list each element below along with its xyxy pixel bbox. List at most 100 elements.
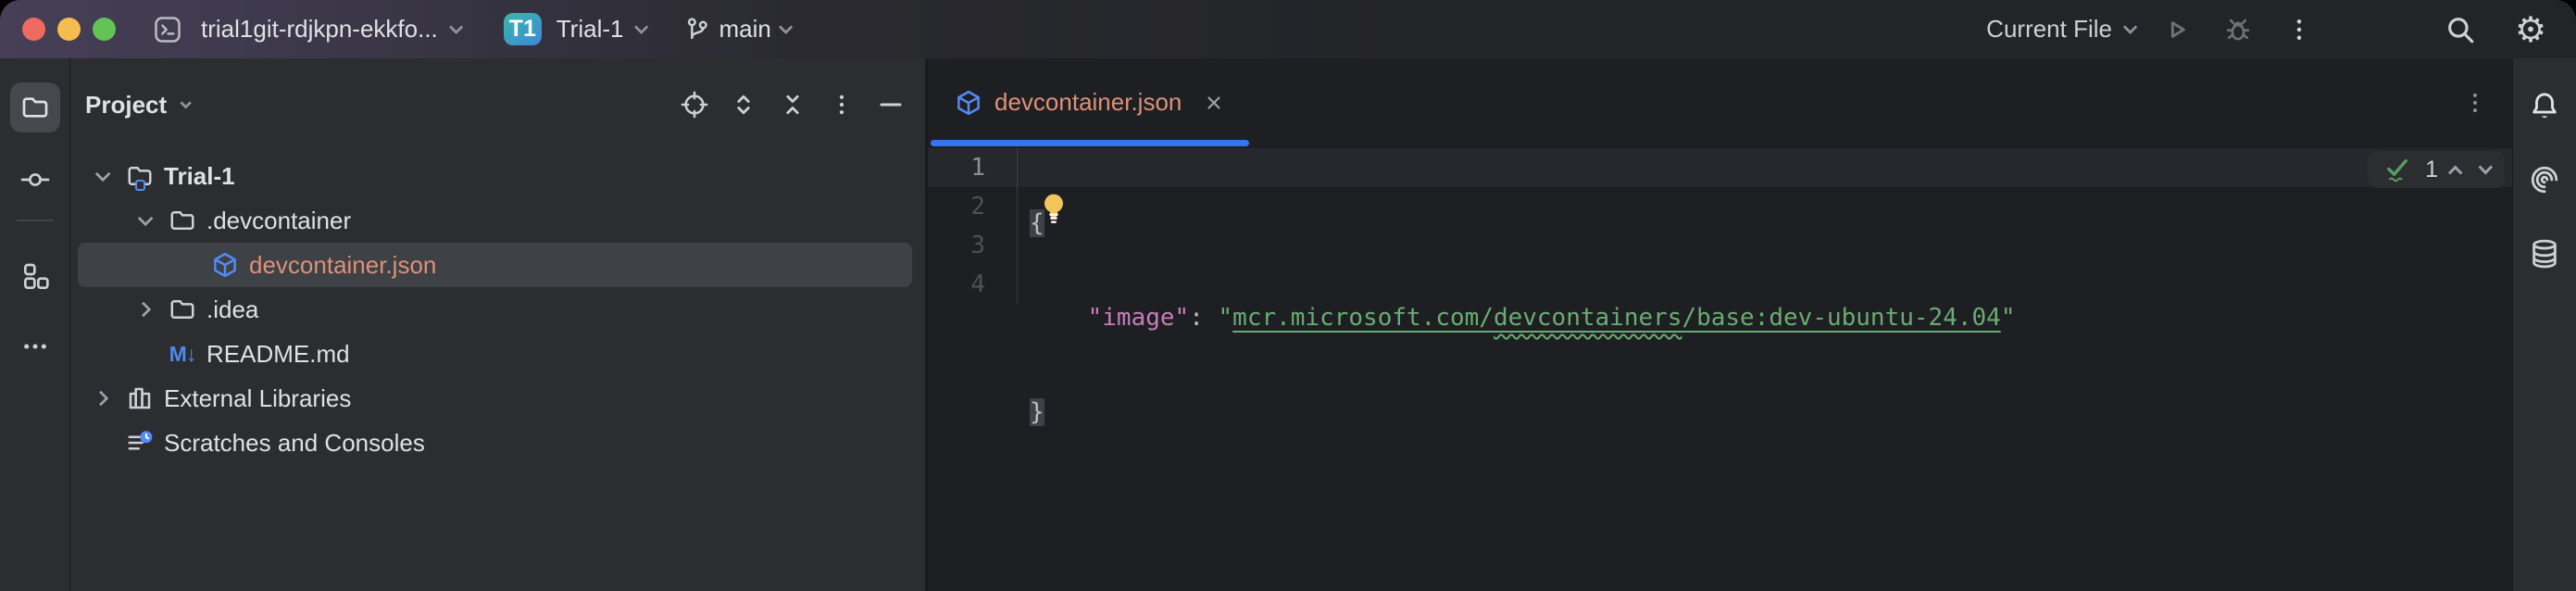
tree-row-external-libraries[interactable]: External Libraries bbox=[70, 376, 925, 421]
project-folder-icon bbox=[126, 162, 154, 190]
intention-lightbulb-icon[interactable] bbox=[1039, 191, 1069, 226]
chevron-down-icon[interactable] bbox=[138, 210, 154, 226]
editor-surface[interactable]: 1 2 3 4 { "image": "mcr.microsoft.com/de… bbox=[928, 146, 2512, 591]
branch-name: main bbox=[719, 15, 770, 44]
tree-row-readme[interactable]: M↓ README.md bbox=[70, 332, 925, 376]
folder-icon bbox=[20, 93, 50, 122]
settings-button[interactable]: ⚙ bbox=[2509, 8, 2552, 51]
project-panel: Project bbox=[70, 58, 928, 591]
commit-icon bbox=[20, 165, 50, 195]
workspace-selector[interactable]: Trial-1 bbox=[556, 15, 645, 44]
chevron-down-icon bbox=[2123, 20, 2138, 35]
zoom-window-button[interactable] bbox=[93, 18, 116, 41]
editor-pane: devcontainer.json 1 2 3 bbox=[928, 58, 2512, 591]
workspace-badge[interactable]: T1 bbox=[504, 13, 542, 45]
chevron-down-icon bbox=[779, 20, 794, 35]
titlebar: trial1git-rdjkpn-ekkfo... T1 Trial-1 mai… bbox=[0, 0, 2576, 58]
notifications-button[interactable] bbox=[2520, 81, 2570, 131]
tree-item-label: External Libraries bbox=[164, 384, 351, 413]
inspections-widget[interactable]: 1 bbox=[2368, 151, 2505, 188]
run-configuration-selector[interactable]: Current File bbox=[1986, 15, 2133, 44]
active-tab-indicator bbox=[931, 140, 1249, 146]
gear-icon: ⚙ bbox=[2515, 12, 2546, 47]
line-number: 4 bbox=[928, 265, 985, 304]
chevron-down-icon bbox=[634, 20, 649, 35]
hide-panel-button[interactable] bbox=[875, 89, 907, 120]
bug-icon bbox=[2223, 15, 2253, 44]
kebab-menu-icon bbox=[829, 92, 855, 118]
run-configuration-label: Current File bbox=[1986, 15, 2112, 44]
minimize-window-button[interactable] bbox=[57, 18, 81, 41]
commit-toolwindow-button[interactable] bbox=[10, 155, 60, 205]
scratches-icon bbox=[126, 429, 154, 457]
search-icon bbox=[2445, 14, 2476, 45]
left-toolwindow-stripe bbox=[0, 58, 70, 591]
ai-swirl-icon bbox=[2529, 164, 2560, 195]
expand-all-button[interactable] bbox=[728, 89, 759, 120]
tree-row-devcontainer-json[interactable]: devcontainer.json bbox=[78, 243, 912, 287]
code-line-1: { bbox=[1019, 204, 2512, 243]
chevron-down-icon[interactable] bbox=[95, 166, 111, 182]
close-quote: " bbox=[2001, 304, 2016, 332]
bell-icon bbox=[2529, 90, 2560, 121]
select-opened-file-button[interactable] bbox=[679, 89, 710, 120]
image-url-link[interactable]: mcr.microsoft.com/devcontainers/base:dev… bbox=[1232, 304, 2001, 332]
stripe-divider bbox=[17, 220, 54, 221]
tree-item-label: .devcontainer bbox=[206, 207, 351, 235]
git-branch-icon bbox=[683, 16, 711, 44]
project-terminal-icon bbox=[149, 11, 186, 48]
chevron-right-icon[interactable] bbox=[94, 391, 109, 407]
database-button[interactable] bbox=[2520, 229, 2570, 279]
chevron-right-icon[interactable] bbox=[136, 302, 152, 318]
structure-icon bbox=[20, 261, 50, 291]
tree-row-scratches[interactable]: Scratches and Consoles bbox=[70, 421, 925, 465]
next-problem-chevron-icon[interactable] bbox=[2479, 159, 2494, 174]
kebab-menu-icon bbox=[2462, 90, 2488, 116]
tree-item-label: Scratches and Consoles bbox=[164, 429, 425, 458]
close-brace: } bbox=[1030, 398, 1044, 426]
url-typo-segment: devcontainers bbox=[1494, 304, 1682, 332]
locate-icon bbox=[681, 91, 708, 119]
play-icon bbox=[2162, 15, 2192, 44]
editor-gutter: 1 2 3 4 bbox=[928, 148, 1018, 304]
search-everywhere-button[interactable] bbox=[2439, 8, 2482, 51]
tree-row-idea-folder[interactable]: .idea bbox=[70, 287, 925, 332]
code-area: { "image": "mcr.microsoft.com/devcontain… bbox=[1019, 148, 2512, 582]
ellipsis-icon bbox=[20, 332, 50, 361]
tab-list-options-button[interactable] bbox=[2462, 90, 2488, 116]
run-button[interactable] bbox=[2156, 8, 2198, 51]
tab-label: devcontainer.json bbox=[994, 88, 1182, 117]
close-window-button[interactable] bbox=[22, 18, 45, 41]
panel-options-button[interactable] bbox=[826, 89, 857, 120]
library-icon bbox=[126, 384, 154, 412]
expand-all-icon bbox=[731, 92, 757, 118]
project-toolwindow-button[interactable] bbox=[10, 82, 60, 132]
open-quote: " bbox=[1219, 304, 1233, 332]
project-switcher[interactable]: trial1git-rdjkpn-ekkfo... bbox=[201, 15, 459, 44]
cube-icon bbox=[211, 251, 239, 279]
close-icon[interactable] bbox=[1203, 92, 1225, 114]
collapse-all-button[interactable] bbox=[777, 89, 808, 120]
ai-assistant-button[interactable] bbox=[2520, 155, 2570, 205]
prev-problem-chevron-icon[interactable] bbox=[2448, 165, 2463, 180]
more-actions-button[interactable] bbox=[2278, 8, 2320, 51]
url-head: mcr.microsoft.com/ bbox=[1232, 304, 1494, 332]
tree-row-devcontainer-folder[interactable]: .devcontainer bbox=[70, 198, 925, 243]
code-line-3: } bbox=[1019, 393, 2512, 432]
more-toolwindows-button[interactable] bbox=[10, 321, 60, 371]
tree-item-label: README.md bbox=[206, 340, 350, 369]
project-tree: Trial-1 .devcontainer bbox=[70, 154, 925, 465]
inspections-ok-icon bbox=[2384, 156, 2410, 183]
kebab-menu-icon bbox=[2285, 16, 2313, 44]
markdown-file-icon: M↓ bbox=[169, 340, 196, 368]
tree-row-trial-1[interactable]: Trial-1 bbox=[70, 154, 925, 198]
project-panel-header: Project bbox=[70, 58, 925, 151]
project-switcher-label: trial1git-rdjkpn-ekkfo... bbox=[201, 15, 438, 44]
minimize-icon bbox=[877, 91, 905, 119]
chevron-down-icon[interactable] bbox=[180, 97, 192, 109]
vcs-branch-widget[interactable]: main bbox=[683, 15, 788, 44]
project-root-badge bbox=[135, 180, 145, 191]
tab-devcontainer-json[interactable]: devcontainer.json bbox=[931, 58, 1249, 146]
structure-toolwindow-button[interactable] bbox=[10, 251, 60, 301]
debug-button[interactable] bbox=[2217, 8, 2259, 51]
